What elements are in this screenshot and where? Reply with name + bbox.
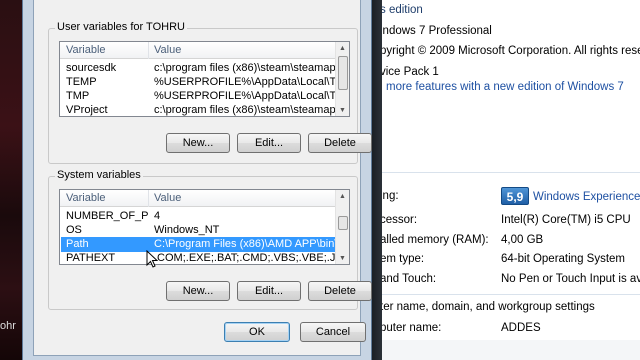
system-variables-group: System variables Variable Value NUMBER_O…: [48, 169, 372, 310]
mouse-cursor-icon: [146, 250, 158, 268]
info-label: em type:: [382, 253, 425, 265]
var-value: 4: [154, 210, 161, 222]
var-name: TEMP: [66, 76, 97, 88]
user-var-row[interactable]: sourcesdk c:\program files (x86)\steam\s…: [61, 61, 339, 76]
var-value: c:\program files (x86)\steam\steamapp...: [154, 104, 339, 116]
system-var-row-selected[interactable]: Path C:\Program Files (x86)\AMD APP\bin\…: [61, 237, 339, 252]
section-divider: [382, 172, 640, 173]
info-value: 64-bit Operating System: [501, 253, 626, 265]
user-variables-list[interactable]: Variable Value sourcesdk c:\program file…: [59, 41, 350, 117]
var-value: %USERPROFILE%\AppData\Local\Temp: [154, 90, 339, 102]
var-name: NUMBER_OF_P...: [66, 210, 148, 222]
column-divider: [148, 42, 149, 59]
section-divider: [382, 294, 640, 295]
windows-edition: indows 7 Professional: [382, 25, 492, 37]
dialog-body: User variables for TOHRU Variable Value …: [33, 0, 372, 356]
copyright-text: pyright © 2009 Microsoft Corporation. Al…: [382, 45, 640, 57]
ok-button[interactable]: OK: [224, 322, 290, 342]
service-pack: vice Pack 1: [382, 66, 439, 78]
edition-header: s edition: [382, 4, 423, 16]
system-list-scrollbar[interactable]: ▲ ▼: [335, 190, 349, 264]
column-value[interactable]: Value: [154, 192, 181, 204]
system-variables-list[interactable]: Variable Value NUMBER_OF_P... 4 OS Windo…: [59, 189, 350, 265]
user-var-row[interactable]: TMP %USERPROFILE%\AppData\Local\Temp: [61, 89, 339, 104]
computer-section-title: ter name, domain, and workgroup settings: [382, 301, 595, 313]
environment-variables-dialog: User variables for TOHRU Variable Value …: [22, 0, 372, 360]
cancel-button[interactable]: Cancel: [300, 322, 366, 342]
list-header: Variable Value: [60, 190, 335, 207]
system-edit-button[interactable]: Edit...: [237, 281, 301, 301]
scroll-thumb[interactable]: [338, 216, 348, 230]
computer-name-value: ADDES: [501, 322, 541, 334]
var-name: TMP: [66, 90, 90, 102]
var-name: PATHEXT: [66, 252, 116, 264]
user-edit-button[interactable]: Edit...: [237, 133, 301, 153]
user-variables-title: User variables for TOHRU: [55, 21, 187, 33]
var-value: c:\program files (x86)\steam\steamapp...: [154, 62, 339, 74]
var-value: Windows_NT: [154, 224, 220, 236]
user-new-button[interactable]: New...: [166, 133, 230, 153]
info-label: and Touch:: [382, 273, 437, 285]
system-window: s edition indows 7 Professional pyright …: [382, 0, 640, 360]
wei-score-badge[interactable]: 5,9: [501, 187, 529, 205]
var-value: C:\Program Files (x86)\AMD APP\bin\x8...: [154, 238, 339, 250]
user-variables-group: User variables for TOHRU Variable Value …: [48, 21, 372, 164]
system-var-row[interactable]: OS Windows_NT: [61, 223, 335, 238]
info-label: cessor:: [382, 214, 418, 226]
column-variable[interactable]: Variable: [66, 44, 106, 56]
system-delete-button[interactable]: Delete: [308, 281, 372, 301]
rating-label: ing:: [382, 190, 399, 202]
system-var-row[interactable]: PATHEXT .COM;.EXE;.BAT;.CMD;.VBS;.VBE;.J…: [61, 251, 339, 264]
var-value: %USERPROFILE%\AppData\Local\Temp: [154, 76, 339, 88]
user-list-scrollbar[interactable]: ▲ ▼: [335, 42, 349, 116]
scroll-thumb[interactable]: [338, 56, 348, 90]
var-name: sourcesdk: [66, 62, 117, 74]
system-new-button[interactable]: New...: [166, 281, 230, 301]
system-variables-title: System variables: [55, 169, 143, 181]
scroll-up-icon[interactable]: ▲: [339, 45, 346, 52]
bottom-bar: [382, 340, 640, 360]
desktop-text: ohr: [0, 320, 16, 332]
var-name: Path: [66, 238, 89, 250]
var-value: .COM;.EXE;.BAT;.CMD;.VBS;.VBE;.JS;...: [154, 252, 339, 264]
var-name: VProject: [66, 104, 108, 116]
info-value: 4,00 GB: [501, 234, 544, 246]
column-variable[interactable]: Variable: [66, 192, 106, 204]
var-name: OS: [66, 224, 82, 236]
info-value: No Pen or Touch Input is availa: [501, 273, 640, 285]
window-gap: [372, 0, 382, 360]
system-var-row[interactable]: NUMBER_OF_P... 4: [61, 209, 335, 224]
wei-link[interactable]: Windows Experience Inde: [533, 191, 640, 203]
user-var-row[interactable]: VProject c:\program files (x86)\steam\st…: [61, 103, 339, 116]
column-divider: [148, 190, 149, 207]
column-value[interactable]: Value: [154, 44, 181, 56]
user-delete-button[interactable]: Delete: [308, 133, 372, 153]
scroll-down-icon[interactable]: ▼: [339, 107, 346, 114]
scroll-down-icon[interactable]: ▼: [339, 255, 346, 262]
info-label: alled memory (RAM):: [382, 234, 489, 246]
list-header: Variable Value: [60, 42, 335, 59]
computer-name-label: puter name:: [382, 322, 442, 334]
user-var-row[interactable]: TEMP %USERPROFILE%\AppData\Local\Temp: [61, 75, 339, 90]
desktop-background: ohr: [0, 0, 22, 360]
more-features-link[interactable]: more features with a new edition of Wind…: [386, 81, 624, 93]
scroll-up-icon[interactable]: ▲: [339, 193, 346, 200]
info-value: Intel(R) Core(TM) i5 CPU: [501, 214, 631, 226]
